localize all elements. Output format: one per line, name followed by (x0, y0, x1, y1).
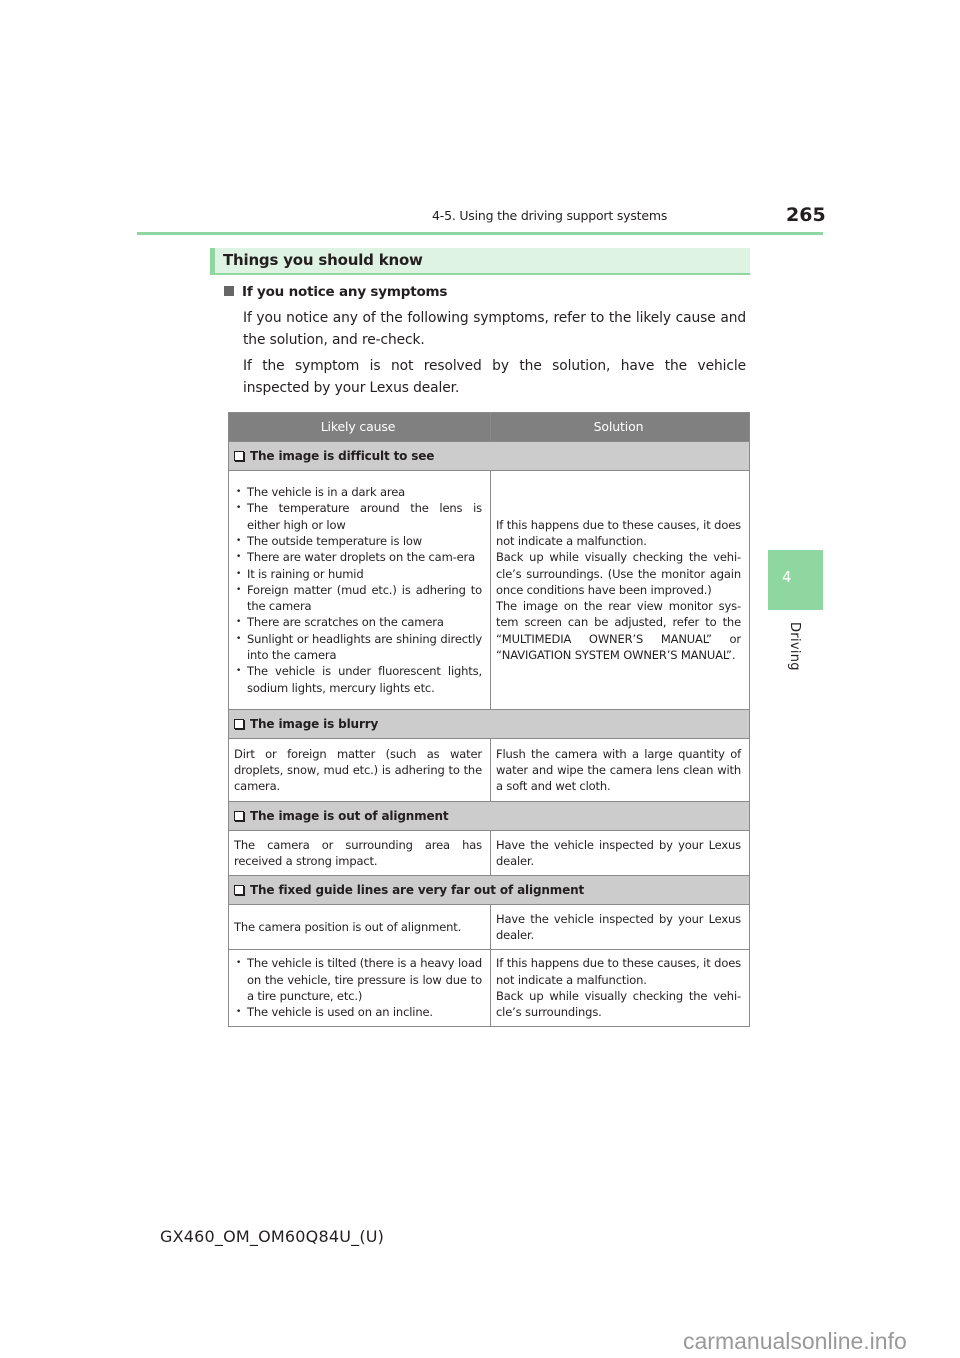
category-title: The image is blurry (250, 716, 379, 731)
cause-item: The vehicle is used on an incline. (234, 1004, 482, 1021)
chapter-tab[interactable]: 4 (768, 550, 823, 610)
cause-cell: The vehicle is tilted (there is a heavy … (228, 949, 491, 1027)
watermark-link[interactable]: carmanualsonline.info (683, 1328, 907, 1355)
solution-line: If this happens due to these causes, it … (496, 956, 741, 987)
category-title: The image is out of alignment (250, 808, 449, 823)
cause-item: It is raining or humid (234, 566, 482, 583)
symptoms-table: Likely cause Solution The image is diffi… (228, 412, 750, 1027)
banner-accent-bar (210, 248, 215, 275)
cause-item: There are water droplets on the cam-era (234, 549, 482, 566)
table-row: The camera position is out of alignment.… (228, 904, 750, 950)
intro-paragraph-1: If you notice any of the following sympt… (243, 310, 746, 348)
cause-item: Foreign matter (mud etc.) is adhering to… (234, 582, 482, 615)
section-title: Things you should know (223, 251, 423, 269)
subheading: If you notice any symptoms (224, 284, 447, 300)
chapter-label: Driving (787, 622, 802, 671)
section-banner: Things you should know (210, 248, 750, 275)
cause-item: The temperature around the lens is eithe… (234, 500, 482, 533)
solution-line: Back up while visually checking the vehi… (496, 550, 741, 597)
cause-item: The vehicle is tilted (there is a heavy … (234, 955, 482, 1004)
cause-cell: Dirt or foreign matter (such as water dr… (228, 738, 491, 802)
solution-cell: If this happens due to these causes, it … (490, 949, 750, 1027)
checkbox-square-icon (234, 718, 244, 729)
checkbox-square-icon (234, 810, 244, 821)
table-row: The vehicle is in a dark area The temper… (228, 470, 750, 710)
solution-cell: If this happens due to these causes, it … (490, 470, 750, 710)
cause-item: The vehicle is in a dark area (234, 484, 482, 501)
category-row: The image is difficult to see (228, 441, 750, 471)
solution-cell: Have the vehicle inspected by your Lexus… (490, 830, 750, 876)
category-row: The image is blurry (228, 709, 750, 739)
cause-item: There are scratches on the camera (234, 614, 482, 631)
category-title: The fixed guide lines are very far out o… (250, 882, 585, 897)
column-header-likely-cause: Likely cause (228, 412, 491, 442)
table-header-row: Likely cause Solution (228, 412, 750, 442)
table-row: Dirt or foreign matter (such as water dr… (228, 738, 750, 802)
column-header-solution: Solution (490, 412, 750, 442)
category-title: The image is difficult to see (250, 448, 435, 463)
square-bullet-icon (224, 286, 234, 296)
solution-cell: Flush the camera with a large quantity o… (490, 738, 750, 802)
checkbox-square-icon (234, 450, 244, 461)
cause-item: Sunlight or headlights are shining direc… (234, 631, 482, 664)
cause-cell: The camera or surrounding area has recei… (228, 830, 491, 876)
header-section-title: 4-5. Using the driving support systems (432, 208, 668, 223)
cause-item: The outside temperature is low (234, 533, 482, 550)
table-row: The vehicle is tilted (there is a heavy … (228, 949, 750, 1027)
solution-cell: Have the vehicle inspected by your Lexus… (490, 904, 750, 950)
solution-line: Back up while visually checking the vehi… (496, 989, 741, 1020)
category-row: The fixed guide lines are very far out o… (228, 875, 750, 905)
category-row: The image is out of alignment (228, 801, 750, 831)
checkbox-square-icon (234, 884, 244, 895)
page-number: 265 (786, 204, 826, 226)
solution-line: If this happens due to these causes, it … (496, 517, 741, 548)
cause-item: The vehicle is under fluorescent lights,… (234, 663, 482, 696)
chapter-number: 4 (782, 568, 792, 586)
intro-paragraph-2: If the symptom is not resolved by the so… (243, 358, 746, 396)
table-row: The camera or surrounding area has recei… (228, 830, 750, 876)
cause-cell: The vehicle is in a dark area The temper… (228, 470, 491, 710)
header-divider (137, 232, 823, 235)
subheading-text: If you notice any symptoms (242, 284, 448, 300)
document-code: GX460_OM_OM60Q84U_(U) (160, 1227, 385, 1246)
cause-cell: The camera position is out of alignment. (228, 904, 491, 950)
solution-line: The image on the rear view monitor sys-t… (496, 599, 741, 663)
